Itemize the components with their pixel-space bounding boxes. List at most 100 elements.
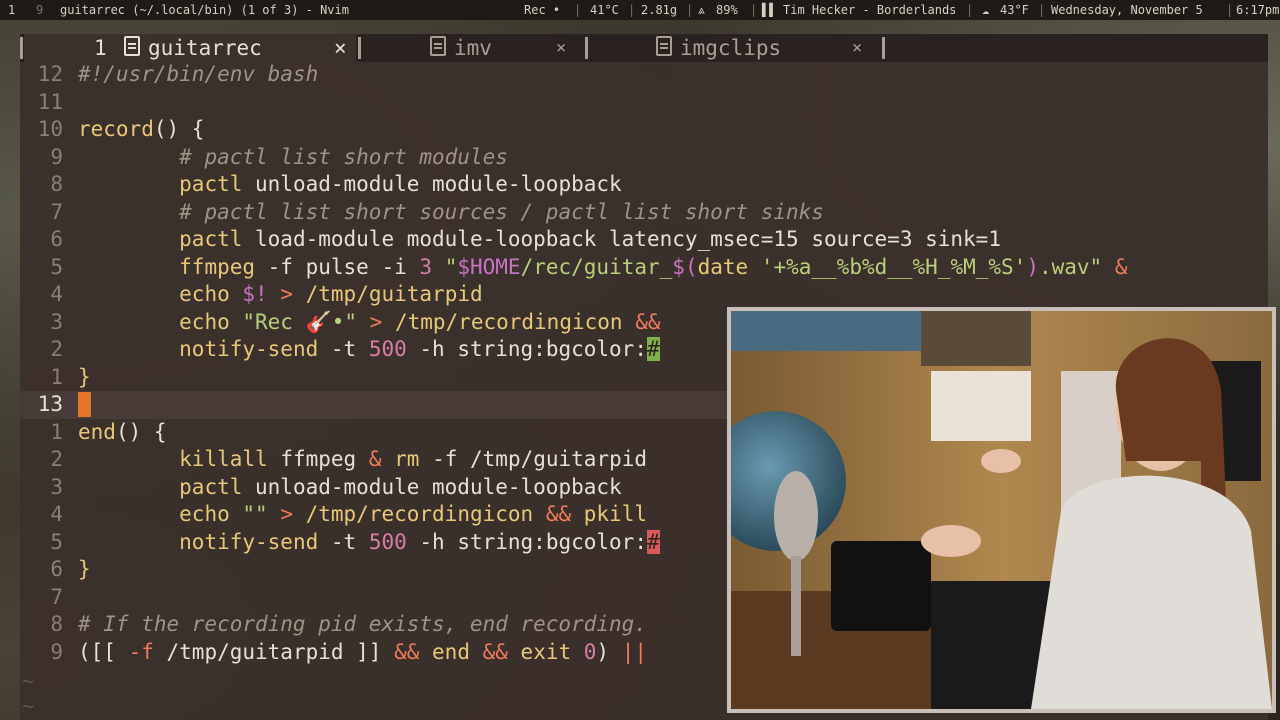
code-token: /tmp/recordingicon (305, 502, 534, 526)
code-token: > (267, 282, 306, 306)
code-line[interactable]: 5 ffmpeg -f pulse -i 3 "$HOME/rec/guitar… (20, 254, 1268, 282)
tab-divider (358, 37, 361, 59)
code-token: $( (672, 254, 698, 279)
code-token: && (394, 639, 420, 664)
code-token: unload-module module-loopback (242, 474, 622, 499)
code-token: ) (1026, 254, 1039, 279)
code-token: echo (179, 309, 230, 334)
code-token: ) (596, 639, 622, 664)
code-token: unload-module module-loopback (242, 172, 622, 196)
tab-number: 1 (94, 36, 107, 60)
line-number: 4 (50, 282, 63, 306)
code-token: # If the recording pid exists, end recor… (78, 612, 647, 636)
empty-line-marker: ~ (22, 694, 35, 718)
code-token: 500 (368, 529, 407, 554)
close-icon[interactable]: × (852, 34, 862, 62)
code-text: pactl unload-module module-loopback (78, 474, 622, 502)
code-token: ([[ (78, 639, 129, 664)
divider: | (686, 3, 694, 17)
webcam-overlay (727, 307, 1276, 713)
line-number: 9 (50, 639, 63, 664)
code-token: -h string:bgcolor: (406, 529, 647, 554)
tab-label: guitarrec (148, 36, 262, 60)
close-icon[interactable]: × (334, 34, 347, 62)
code-token: -t (318, 337, 369, 361)
code-token: -f (128, 639, 154, 664)
code-token: # (646, 529, 660, 554)
code-text: notify-send -t 500 -h string:bgcolor:# (78, 336, 660, 364)
code-line[interactable]: 11 (20, 89, 1268, 117)
code-text: ([[ -f /tmp/guitarpid ]] && end && exit … (78, 639, 647, 667)
code-token: rm (394, 447, 420, 471)
code-line[interactable]: 10 record() { (20, 116, 1268, 144)
webcam-image (731, 311, 1272, 709)
code-token: "Rec 🎸•" (229, 309, 358, 334)
code-text: #!/usr/bin/env bash (78, 61, 318, 89)
code-text: } (78, 364, 91, 392)
divider: | (628, 3, 636, 17)
line-number: 2 (50, 447, 63, 471)
weather-temp: 43°F (1000, 3, 1029, 17)
code-token: -f pulse -i (255, 254, 420, 279)
line-number: 5 (50, 254, 63, 279)
line-number: 10 (37, 117, 63, 141)
line-number: 1 (50, 419, 63, 444)
code-token: notify-send (179, 529, 319, 554)
divider: | (966, 3, 974, 17)
line-number: 6 (50, 557, 63, 581)
code-text: ffmpeg -f pulse -i 3 "$HOME/rec/guitar_$… (78, 254, 1128, 282)
line-number: 4 (50, 502, 63, 526)
code-token: "" (229, 502, 268, 526)
close-icon[interactable]: × (556, 34, 566, 62)
line-number: 2 (50, 337, 63, 361)
code-line[interactable]: 12 #!/usr/bin/env bash (20, 61, 1268, 89)
workspace-indicator-2[interactable]: 9 (36, 0, 43, 20)
code-token: && (482, 639, 508, 664)
code-token: && (622, 309, 661, 334)
tab-divider (585, 37, 588, 59)
code-token: # (646, 337, 660, 361)
code-text: # If the recording pid exists, end recor… (78, 611, 647, 639)
code-token: /rec/guitar_ (520, 254, 673, 279)
code-token: > (357, 309, 395, 334)
code-token: } (78, 557, 91, 581)
code-token: 0 (583, 639, 597, 664)
file-icon (430, 36, 446, 56)
code-line[interactable]: 4 echo $! > /tmp/guitarpid (20, 281, 1268, 309)
code-token: pkill (583, 502, 647, 526)
tab-imv[interactable]: imv × (364, 34, 584, 62)
recording-status: Rec • (524, 3, 561, 17)
code-token: .wav" (1038, 254, 1103, 279)
code-line[interactable]: 6 pactl load-module module-loopback late… (20, 226, 1268, 254)
workspace-indicator[interactable]: 1 (8, 0, 15, 20)
volume-icon: ⩓ (698, 3, 705, 17)
code-line[interactable]: 8 pactl unload-module module-loopback (20, 171, 1268, 199)
divider: | (750, 3, 758, 17)
weather-icon: ☁ (982, 3, 990, 17)
tab-guitarrec[interactable]: 1 guitarrec × (24, 34, 356, 62)
code-token: > (267, 502, 306, 526)
tab-imgclips[interactable]: imgclips × (590, 34, 880, 62)
code-line[interactable]: 9 # pactl list short modules (20, 144, 1268, 172)
empty-line-marker: ~ (22, 669, 35, 693)
line-number: 13 (37, 392, 63, 416)
code-token: & (1102, 254, 1128, 279)
line-number: 8 (50, 612, 63, 636)
code-token: && (533, 502, 584, 526)
code-token: -h string:bgcolor: (406, 337, 647, 361)
code-text: echo $! > /tmp/guitarpid (78, 281, 482, 309)
code-token: /tmp/guitarpid ]] (153, 639, 395, 664)
code-token: -t (318, 529, 369, 554)
code-token: killall (179, 447, 268, 471)
line-number: 3 (50, 309, 63, 334)
code-line[interactable]: 7 # pactl list short sources / pactl lis… (20, 199, 1268, 227)
